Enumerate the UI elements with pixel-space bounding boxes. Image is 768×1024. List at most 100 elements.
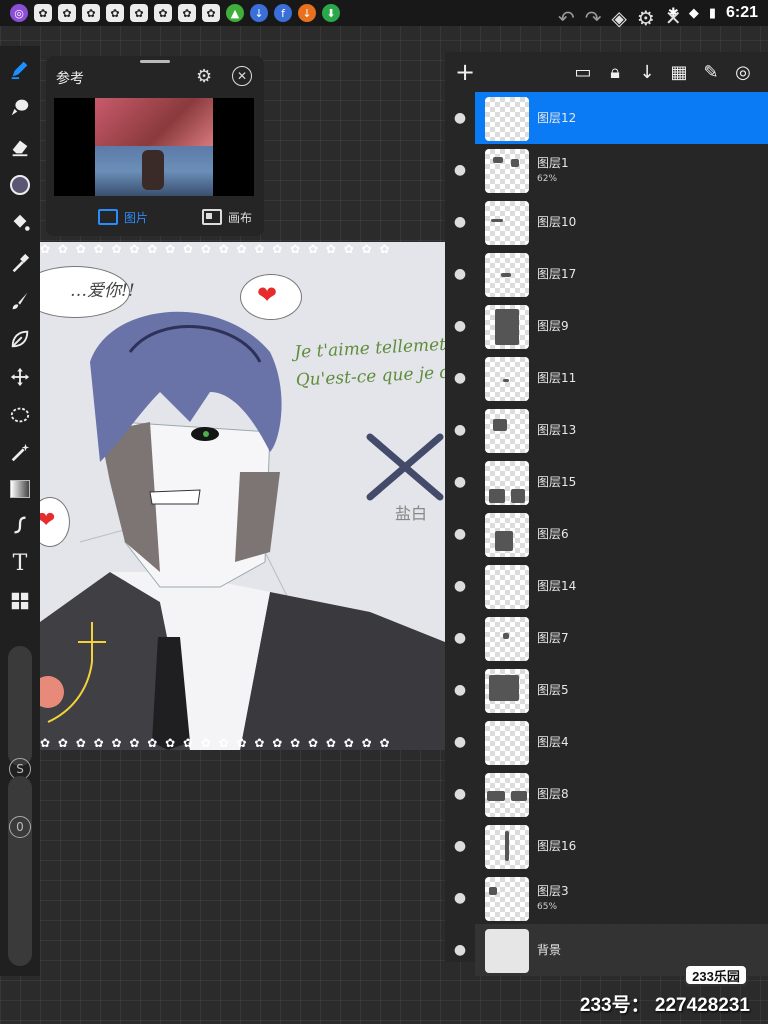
- heart-icon: ❤: [40, 508, 56, 533]
- curve-tool-icon[interactable]: [0, 508, 40, 542]
- eye-icon[interactable]: ●: [445, 768, 475, 820]
- layer-body[interactable]: 图层9: [475, 300, 768, 352]
- transparency-icon[interactable]: ▦: [667, 60, 691, 84]
- layer-row[interactable]: ● 图层8: [445, 768, 768, 820]
- layer-thumbnail: [485, 929, 529, 973]
- eye-icon[interactable]: ●: [445, 300, 475, 352]
- brush-icon[interactable]: [0, 284, 40, 318]
- layer-row[interactable]: ● 图层16: [445, 820, 768, 872]
- layer-name: 图层3: [537, 884, 569, 898]
- magic-wand-icon[interactable]: [0, 436, 40, 470]
- layout-tool-icon[interactable]: [0, 584, 40, 618]
- layer-row[interactable]: ● 图层17: [445, 248, 768, 300]
- eye-icon[interactable]: ●: [445, 612, 475, 664]
- layer-body[interactable]: 图层14: [475, 560, 768, 612]
- gradient-tool-icon[interactable]: [0, 472, 40, 506]
- layer-row[interactable]: ● 图层4: [445, 716, 768, 768]
- layer-name: 图层6: [537, 527, 569, 541]
- flower-border-top: ✿ ✿ ✿ ✿ ✿ ✿ ✿ ✿ ✿ ✿ ✿ ✿ ✿ ✿ ✿ ✿ ✿ ✿ ✿ ✿: [40, 242, 392, 256]
- french-text: Je t'aime tellemet. Qu'est-ce que je doi…: [294, 329, 445, 394]
- reference-panel[interactable]: 参考 ⚙ ✕ 图片 画布: [46, 56, 264, 236]
- left-toolbar: T S 0: [0, 46, 40, 976]
- watermark-id: 233号： 227428231: [579, 995, 750, 1016]
- gear-icon[interactable]: ⚙: [196, 66, 212, 87]
- paw-icon: ✿: [154, 4, 172, 22]
- undo-icon[interactable]: ↶: [558, 6, 575, 30]
- layer-body[interactable]: 图层15: [475, 456, 768, 508]
- layer-body[interactable]: 图层3 65%: [475, 872, 768, 924]
- eyedropper-icon[interactable]: [0, 246, 40, 280]
- tab-picture[interactable]: 图片: [86, 200, 160, 234]
- close-icon[interactable]: ✕: [665, 6, 682, 30]
- layer-row[interactable]: ● 图层5: [445, 664, 768, 716]
- layer-body[interactable]: 图层7: [475, 612, 768, 664]
- layer-body[interactable]: 图层10: [475, 196, 768, 248]
- eye-icon[interactable]: ●: [445, 560, 475, 612]
- layer-body[interactable]: 图层17: [475, 248, 768, 300]
- brush-opacity-slider[interactable]: [8, 776, 32, 966]
- redo-icon[interactable]: ↷: [585, 6, 602, 30]
- layer-thumbnail: [485, 149, 529, 193]
- layer-thumbnail: [485, 513, 529, 557]
- color-picker-swatch[interactable]: [0, 168, 40, 202]
- layers-icon[interactable]: ◈: [612, 6, 627, 30]
- layer-row[interactable]: ● 图层10: [445, 196, 768, 248]
- lasso-select-icon[interactable]: [0, 398, 40, 432]
- layer-row[interactable]: ● 图层7: [445, 612, 768, 664]
- reference-image[interactable]: [54, 98, 254, 196]
- layer-body[interactable]: 图层8: [475, 768, 768, 820]
- add-layer-icon[interactable]: +: [453, 58, 477, 86]
- folder-icon[interactable]: ▭: [571, 60, 595, 84]
- drawing-canvas[interactable]: ✿ ✿ ✿ ✿ ✿ ✿ ✿ ✿ ✿ ✿ ✿ ✿ ✿ ✿ ✿ ✿ ✿ ✿ ✿ ✿ …: [40, 242, 445, 750]
- layer-row[interactable]: ● 图层3 65%: [445, 872, 768, 924]
- layer-body[interactable]: 图层4: [475, 716, 768, 768]
- pin-icon[interactable]: ✎: [699, 60, 723, 84]
- layer-row[interactable]: ● 图层12: [445, 92, 768, 144]
- gear-icon[interactable]: ⚙: [637, 6, 655, 30]
- layer-row[interactable]: ● 图层1 62%: [445, 144, 768, 196]
- layer-row[interactable]: ● 图层14: [445, 560, 768, 612]
- drag-handle[interactable]: [140, 60, 170, 63]
- eye-icon[interactable]: ●: [445, 248, 475, 300]
- layer-row[interactable]: ● 图层13: [445, 404, 768, 456]
- paw-icon: ✿: [130, 4, 148, 22]
- layer-body[interactable]: 图层13: [475, 404, 768, 456]
- layer-body[interactable]: 图层16: [475, 820, 768, 872]
- smudge-tool-icon[interactable]: [0, 90, 40, 124]
- fill-bucket-icon[interactable]: [0, 206, 40, 240]
- eye-icon[interactable]: ●: [445, 144, 475, 196]
- green-app-icon: ▲: [226, 4, 244, 22]
- eye-icon[interactable]: ●: [445, 872, 475, 924]
- leaf-tool-icon[interactable]: [0, 322, 40, 356]
- eye-icon[interactable]: ●: [445, 456, 475, 508]
- layer-body[interactable]: 图层6: [475, 508, 768, 560]
- eye-icon[interactable]: ●: [445, 352, 475, 404]
- eye-icon[interactable]: ●: [445, 716, 475, 768]
- eraser-tool-icon[interactable]: [0, 130, 40, 164]
- lock-icon[interactable]: 🔒︎: [603, 60, 627, 84]
- eye-icon[interactable]: ●: [445, 404, 475, 456]
- move-tool-icon[interactable]: [0, 360, 40, 394]
- spiral-icon[interactable]: ◎: [731, 60, 755, 84]
- eye-icon[interactable]: ●: [445, 92, 475, 144]
- eye-icon[interactable]: ●: [445, 924, 475, 976]
- eye-icon[interactable]: ●: [445, 196, 475, 248]
- layer-body[interactable]: 图层1 62%: [475, 144, 768, 196]
- eye-icon[interactable]: ●: [445, 508, 475, 560]
- eye-icon[interactable]: ●: [445, 664, 475, 716]
- layer-body[interactable]: 图层12: [475, 92, 768, 144]
- layer-body[interactable]: 图层11: [475, 352, 768, 404]
- layer-name: 图层4: [537, 735, 569, 749]
- layer-body[interactable]: 图层5: [475, 664, 768, 716]
- text-tool-icon[interactable]: T: [0, 546, 40, 580]
- pen-tool-icon[interactable]: [0, 52, 40, 86]
- eye-icon[interactable]: ●: [445, 820, 475, 872]
- layer-row[interactable]: ● 图层15: [445, 456, 768, 508]
- layer-row[interactable]: ● 图层11: [445, 352, 768, 404]
- brush-size-slider[interactable]: [8, 646, 32, 766]
- layer-row[interactable]: ● 图层9: [445, 300, 768, 352]
- merge-down-icon[interactable]: ↓: [635, 60, 659, 84]
- tab-canvas[interactable]: 画布: [190, 200, 264, 234]
- layer-row[interactable]: ● 图层6: [445, 508, 768, 560]
- close-icon[interactable]: ✕: [232, 66, 252, 86]
